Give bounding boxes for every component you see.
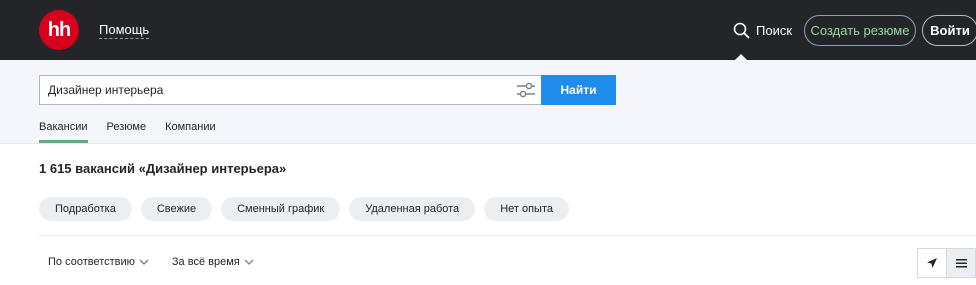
quick-filters: Подработка Свежие Сменный график Удаленн… xyxy=(39,197,578,221)
filter-chip-shift-schedule[interactable]: Сменный график xyxy=(221,197,341,221)
list-view-button[interactable] xyxy=(946,249,975,277)
sort-period-label: За всё время xyxy=(171,256,240,268)
tab-companies[interactable]: Компании xyxy=(165,121,216,143)
help-link[interactable]: Помощь xyxy=(99,22,150,39)
filter-chip-part-time[interactable]: Подработка xyxy=(39,197,132,221)
chevron-down-icon xyxy=(139,259,149,265)
search-input[interactable] xyxy=(48,76,508,104)
search-nav-button[interactable]: Поиск xyxy=(733,20,792,40)
filter-chip-remote[interactable]: Удаленная работа xyxy=(349,197,476,221)
sort-relevance-label: По соответствию xyxy=(48,256,135,268)
map-view-button[interactable] xyxy=(918,249,947,277)
hh-logo[interactable]: hh xyxy=(39,10,79,50)
filters-icon[interactable] xyxy=(516,82,536,98)
results-title: 1 615 вакансий «Дизайнер интерьера» xyxy=(39,161,287,176)
tab-resumes[interactable]: Резюме xyxy=(107,121,147,143)
top-header: hh Помощь Поиск Создать резюме Войти xyxy=(0,0,976,61)
filter-chip-fresh[interactable]: Свежие xyxy=(140,197,213,221)
sort-relevance-dropdown[interactable]: По соответствию xyxy=(48,256,149,268)
create-resume-button[interactable]: Создать резюме xyxy=(804,15,916,46)
divider xyxy=(39,235,976,236)
find-button[interactable]: Найти xyxy=(541,75,616,105)
login-button[interactable]: Войти xyxy=(922,15,976,46)
sort-period-dropdown[interactable]: За всё время xyxy=(172,256,254,268)
tab-vacancies[interactable]: Вакансии xyxy=(39,121,88,143)
search-panel: Найти Вакансии Резюме Компании xyxy=(0,60,976,144)
filter-chip-no-experience[interactable]: Нет опыта xyxy=(484,197,569,221)
view-toggle xyxy=(917,248,976,278)
list-view-icon xyxy=(955,259,967,268)
sort-controls: По соответствию За всё время xyxy=(48,256,277,268)
search-tabs: Вакансии Резюме Компании xyxy=(39,121,235,143)
search-icon xyxy=(733,22,750,38)
location-arrow-icon xyxy=(927,258,938,268)
search-box xyxy=(39,75,542,105)
chevron-down-icon xyxy=(244,259,254,265)
search-nav-label: Поиск xyxy=(756,22,793,38)
